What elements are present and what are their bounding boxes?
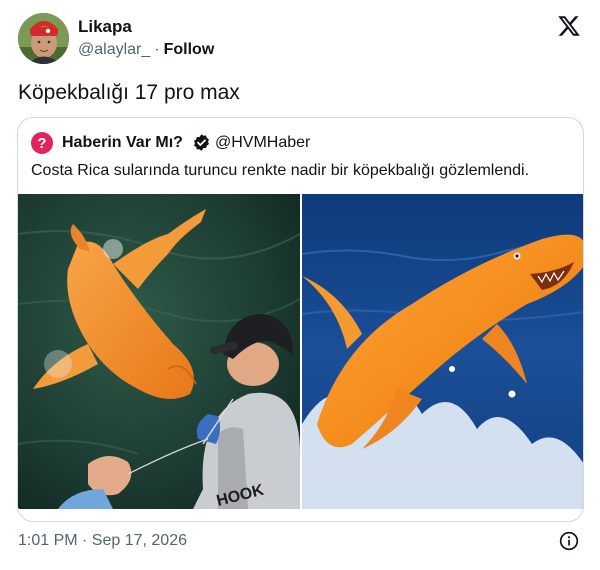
photo-boat-image: HOOK [18, 194, 300, 509]
author-meta: @alaylar_ · Follow [78, 40, 214, 60]
photo-leaping-image [302, 194, 583, 509]
quoted-author-name[interactable]: Haberin Var Mı? [62, 132, 183, 154]
question-mark-icon: ? [31, 132, 53, 154]
verified-badge-icon [194, 134, 209, 151]
quoted-tweet-text: Costa Rica sularında turuncu renkte nadi… [31, 162, 530, 179]
x-logo-icon[interactable] [556, 14, 582, 38]
quoted-author-handle[interactable]: @HVMHaber [215, 132, 310, 154]
shark-photo-leaping[interactable] [302, 194, 583, 509]
author-name[interactable]: Likapa [78, 17, 132, 37]
quoted-tweet-card[interactable]: ? Haberin Var Mı? @HVMHaber Costa Rica s… [17, 117, 584, 522]
info-icon[interactable] [559, 531, 579, 551]
follow-button[interactable]: Follow [164, 41, 215, 58]
author-avatar[interactable] [18, 13, 69, 64]
meta-separator: · [154, 41, 160, 58]
tweet-timestamp[interactable]: 1:01 PM · Sep 17, 2026 [18, 530, 187, 552]
svg-text:?: ? [37, 135, 46, 152]
tweet-text: Köpekbalığı 17 pro max [18, 81, 240, 104]
shark-photo-boat[interactable]: HOOK [18, 194, 300, 509]
author-handle[interactable]: @alaylar_ [78, 41, 150, 58]
avatar-image [18, 13, 69, 64]
